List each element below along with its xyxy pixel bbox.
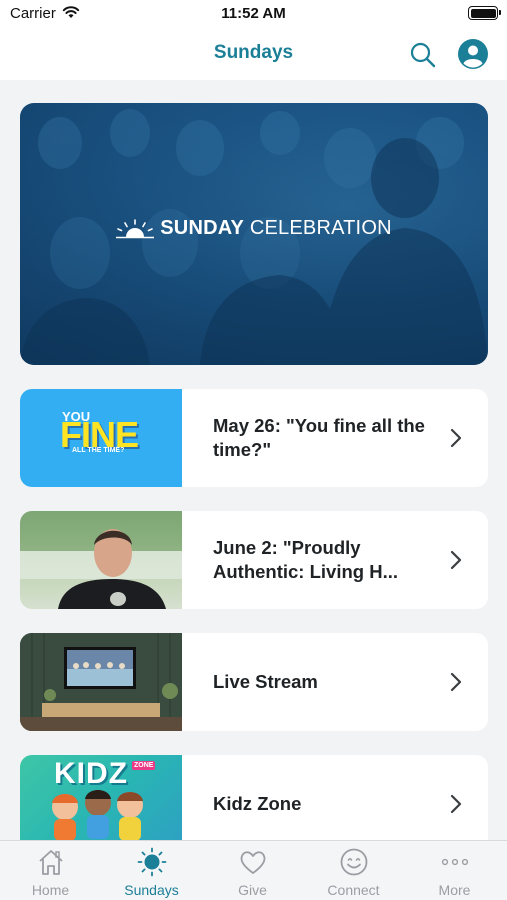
search-icon[interactable] (408, 40, 438, 70)
profile-icon[interactable] (457, 38, 489, 70)
tab-connect[interactable]: Connect (303, 841, 404, 900)
tab-home[interactable]: Home (0, 841, 101, 900)
content-scroll[interactable]: SUNDAY CELEBRATION YOU FINE ALL THE TIME… (0, 80, 507, 840)
sermon-speaker-thumbnail (20, 511, 182, 609)
live-stream-thumbnail (20, 633, 182, 731)
list-item[interactable]: YOU FINE ALL THE TIME? May 26: "You fine… (20, 389, 488, 487)
list-item-title: May 26: "You fine all the time?" (213, 415, 425, 460)
list-item[interactable]: June 2: "Proudly Authentic: Living H... (20, 511, 488, 609)
hero-title-regular: CELEBRATION (249, 217, 392, 239)
home-icon (39, 850, 63, 875)
tab-sundays[interactable]: Sundays (101, 841, 202, 900)
chevron-right-icon (450, 428, 462, 448)
sunrise-icon (116, 218, 155, 238)
tab-label: Give (238, 882, 267, 898)
tab-bar: Home Sundays Give Connect More (0, 840, 507, 900)
list-item[interactable]: KIDZ ZONE Kidz Zone (20, 755, 488, 840)
status-time: 11:52 AM (221, 5, 286, 22)
tab-label: Home (31, 882, 70, 898)
tab-label: More (438, 882, 471, 898)
hero-title: SUNDAY CELEBRATION (20, 217, 488, 240)
heart-icon (240, 851, 266, 874)
hero-title-bold: SUNDAY (160, 217, 245, 239)
hero-banner[interactable]: SUNDAY CELEBRATION (20, 103, 488, 365)
nav-bar: Sundays (0, 30, 507, 80)
list-item-title: June 2: "Proudly Authentic: Living H... (213, 537, 398, 582)
status-bar: Carrier 11:52 AM (0, 0, 507, 30)
tab-give[interactable]: Give (202, 841, 303, 900)
chevron-right-icon (450, 550, 462, 570)
list-item-title: Live Stream (213, 671, 318, 692)
smiley-icon (340, 848, 368, 876)
more-dots-icon (441, 858, 469, 866)
tab-label: Connect (327, 882, 380, 898)
tab-more[interactable]: More (404, 841, 505, 900)
kidz-zone-thumbnail: KIDZ ZONE (20, 755, 182, 840)
tab-label: Sundays (124, 882, 179, 898)
sun-icon (137, 847, 167, 877)
list-item[interactable]: Live Stream (20, 633, 488, 731)
chevron-right-icon (450, 794, 462, 814)
you-fine-thumbnail: YOU FINE ALL THE TIME? (20, 389, 182, 487)
list-item-title: Kidz Zone (213, 793, 302, 814)
chevron-right-icon (450, 672, 462, 692)
battery-icon (468, 6, 501, 20)
